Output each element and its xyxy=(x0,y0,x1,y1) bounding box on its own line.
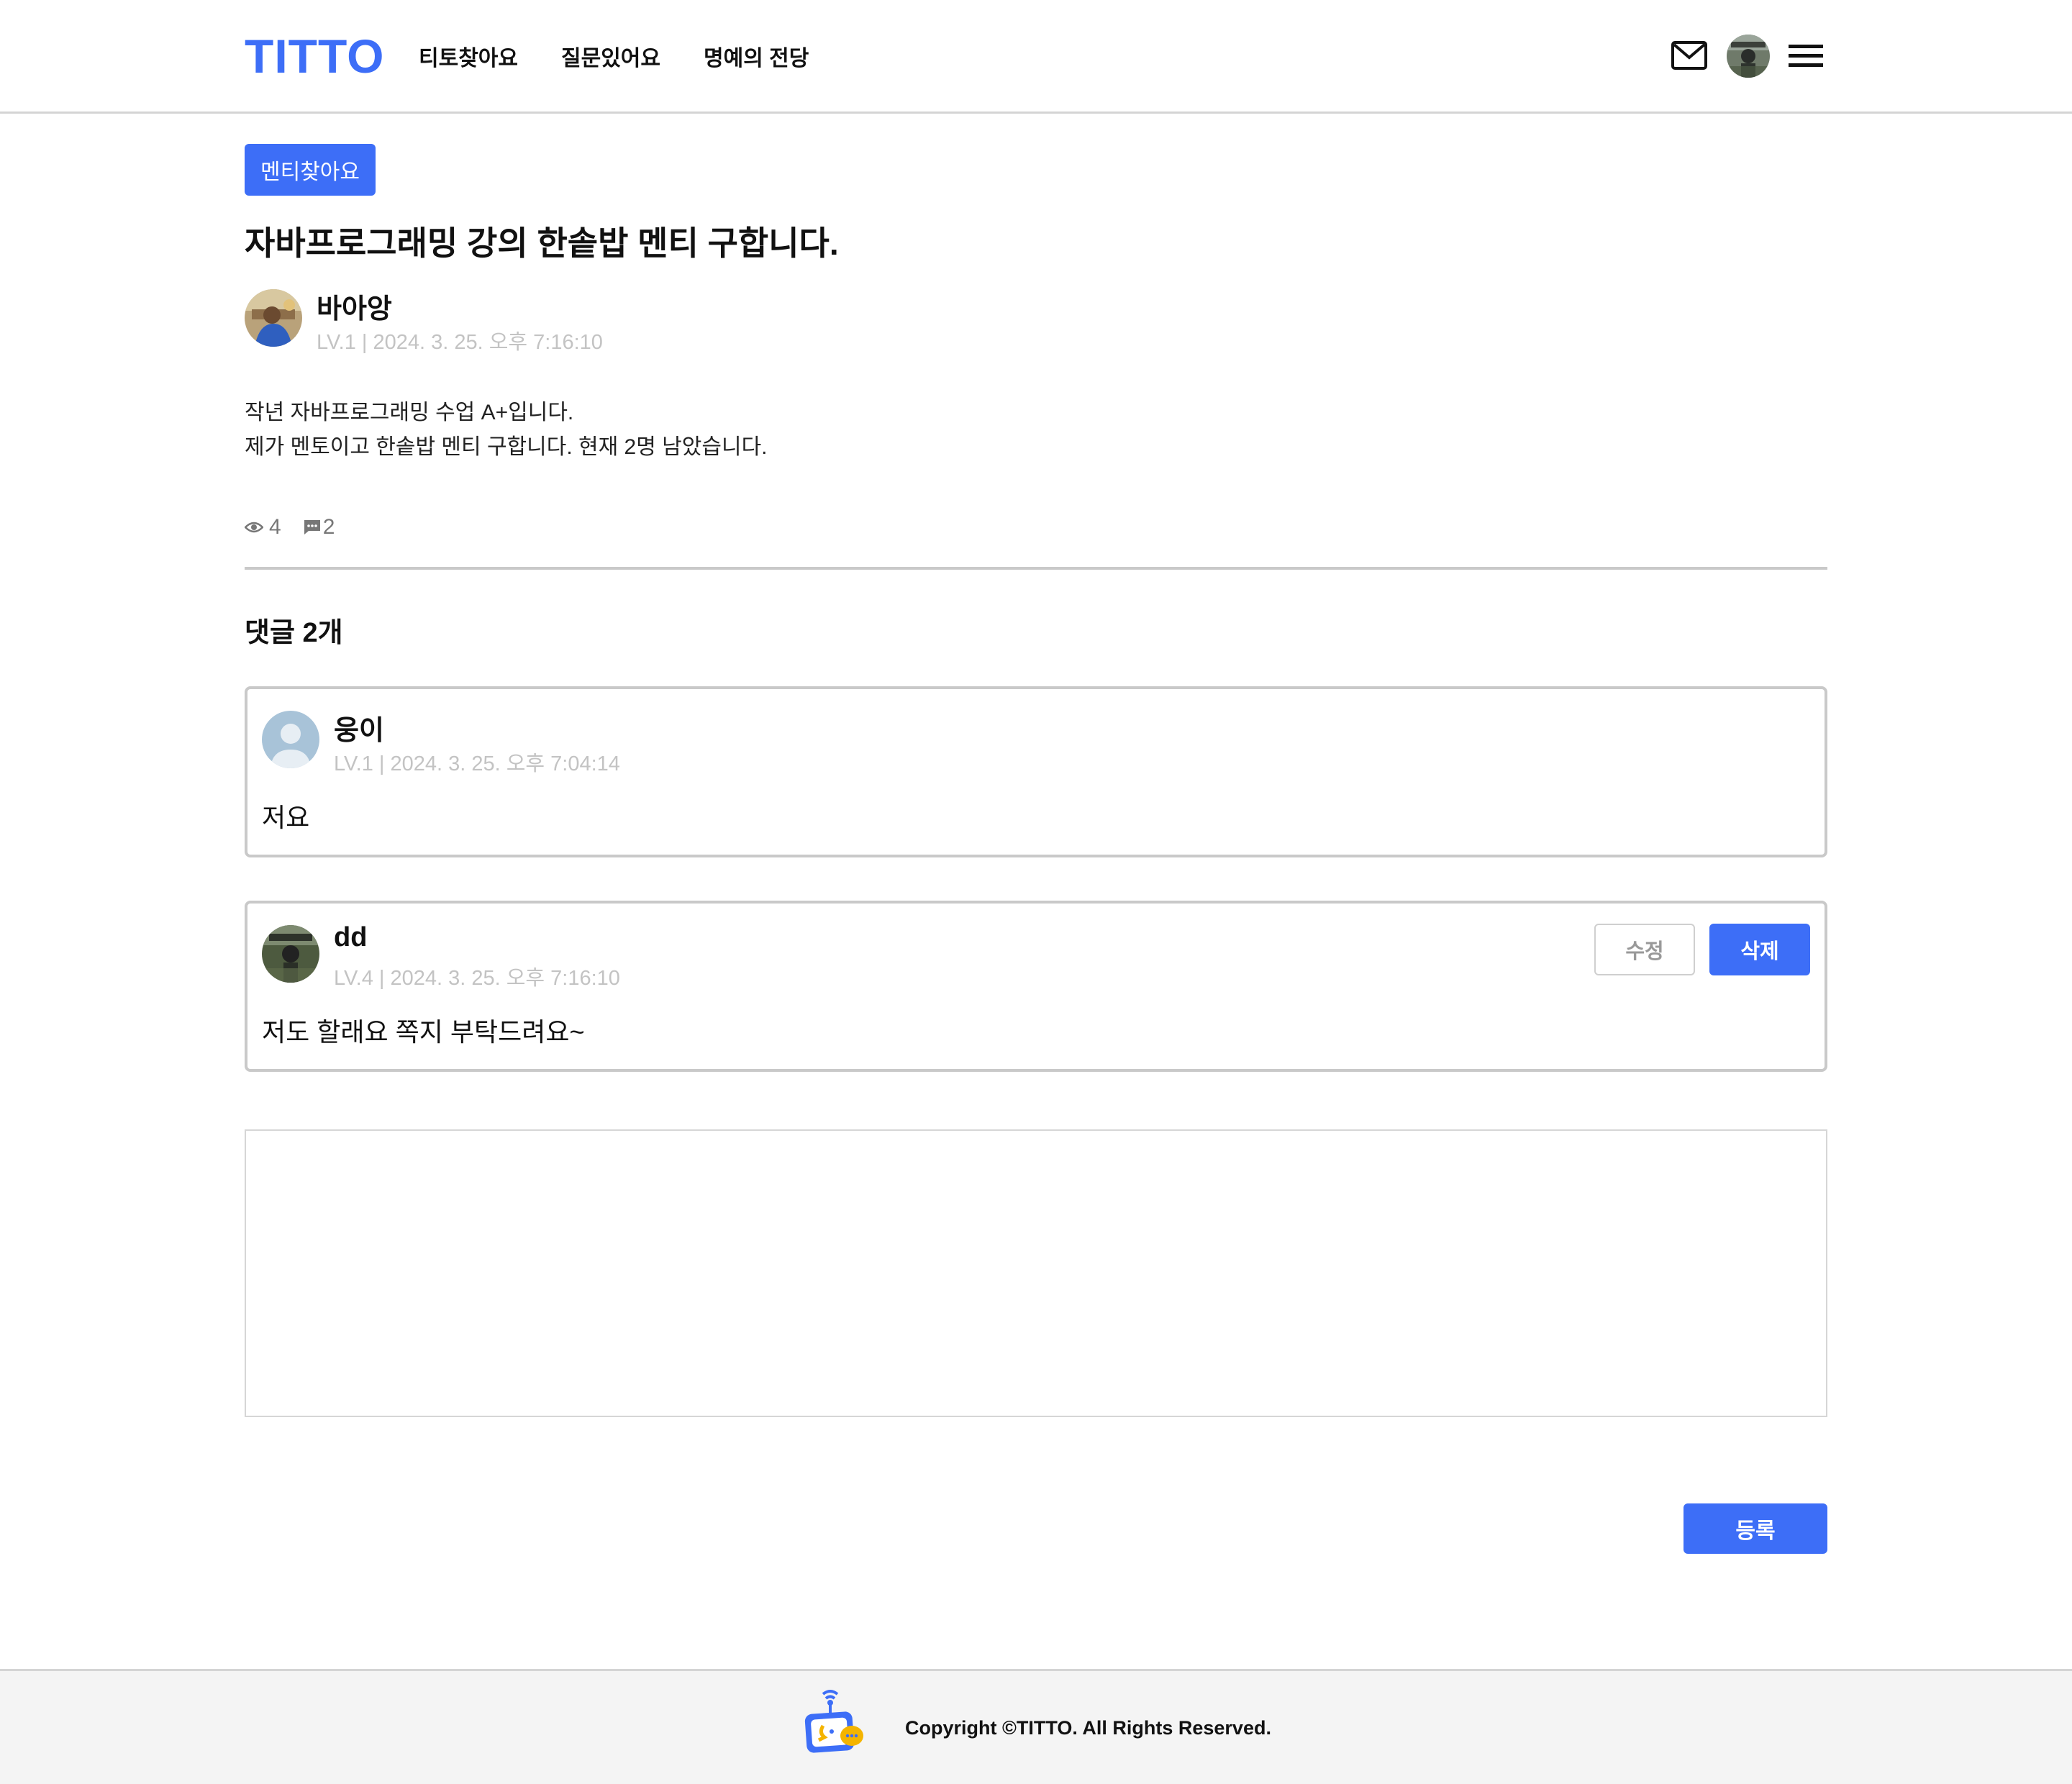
eye-icon xyxy=(245,521,263,534)
category-badge[interactable]: 멘티찾아요 xyxy=(245,144,376,196)
comment-meta: LV.4 | 2024. 3. 25. 오후 7:16:10 xyxy=(334,967,620,990)
titto-logo[interactable]: TITTO xyxy=(245,29,384,83)
delete-comment-button[interactable]: 삭제 xyxy=(1709,924,1810,975)
commenter-name[interactable]: dd xyxy=(334,922,367,953)
comment-meta: LV.1 | 2024. 3. 25. 오후 7:04:14 xyxy=(334,752,620,775)
comment-icon xyxy=(303,519,322,536)
comment-item: 웅이 LV.1 | 2024. 3. 25. 오후 7:04:14 저요 xyxy=(245,686,1827,857)
post-body-line-1: 작년 자바프로그래밍 수업 A+입니다. xyxy=(245,401,574,424)
footer: Copyright ©TITTO. All Rights Reserved. xyxy=(0,1669,2072,1784)
post-body-line-2: 제가 멘토이고 한솥밥 멘티 구합니다. 현재 2명 남았습니다. xyxy=(245,435,768,459)
post-meta: LV.1 | 2024. 3. 25. 오후 7:16:10 xyxy=(317,331,603,354)
view-count: 4 xyxy=(269,515,281,539)
comments-heading: 댓글 2개 xyxy=(245,618,343,648)
post-title: 자바프로그래밍 강의 한솥밥 멘티 구합니다. xyxy=(245,224,839,262)
top-header: TITTO 티토찾아요 질문있어요 명예의 전당 xyxy=(0,0,2072,114)
commenter-avatar[interactable] xyxy=(262,925,319,983)
post-divider xyxy=(245,567,1827,570)
author-avatar[interactable] xyxy=(245,289,302,347)
comment-text: 저도 할래요 쪽지 부탁드려요~ xyxy=(262,1017,585,1047)
titto-mascot-logo xyxy=(801,1688,866,1764)
edit-comment-button[interactable]: 수정 xyxy=(1594,924,1695,975)
post-stats: 4 2 xyxy=(245,515,335,540)
comment-input[interactable] xyxy=(245,1129,1827,1417)
author-name[interactable]: 바아앙 xyxy=(317,286,392,326)
commenter-name[interactable]: 웅이 xyxy=(334,708,384,747)
nav-questions[interactable]: 질문있어요 xyxy=(561,40,660,72)
comment-count: 2 xyxy=(322,515,335,539)
submit-comment-button[interactable]: 등록 xyxy=(1684,1503,1827,1554)
copyright-text: Copyright ©TITTO. All Rights Reserved. xyxy=(905,1717,1271,1739)
comment-text: 저요 xyxy=(262,803,310,832)
mail-icon[interactable] xyxy=(1671,40,1708,74)
hamburger-menu-icon[interactable] xyxy=(1789,43,1823,73)
commenter-avatar[interactable] xyxy=(262,711,319,768)
comment-item: dd LV.4 | 2024. 3. 25. 오후 7:16:10 저도 할래요… xyxy=(245,901,1827,1072)
user-avatar[interactable] xyxy=(1727,35,1770,78)
nav-find-titto[interactable]: 티토찾아요 xyxy=(419,40,518,72)
nav-hall-of-fame[interactable]: 명예의 전당 xyxy=(704,40,809,72)
